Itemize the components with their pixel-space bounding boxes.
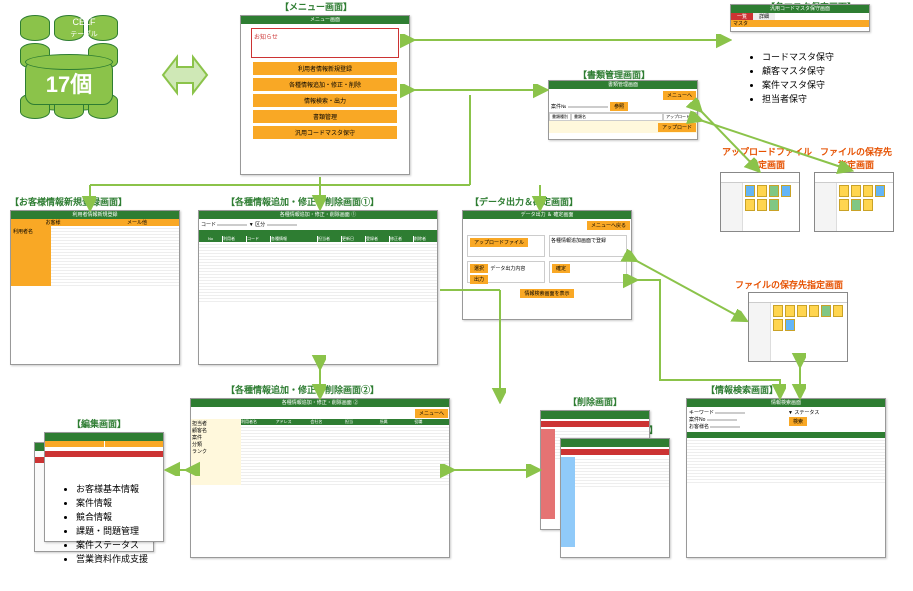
button[interactable]: 情報検索画面を表示 (520, 289, 573, 298)
label-edit: 【編集画面】 (72, 417, 126, 430)
menu-button[interactable]: 情報検索・出力 (253, 94, 397, 107)
list-item: 担当者保守 (762, 92, 834, 106)
text: 各種情報追加画面で登録 (551, 238, 606, 244)
menu-button[interactable]: 利用者情報新規登録 (253, 62, 397, 75)
master-screen[interactable]: 汎用コードマスタ保守画面 一覧 詳細 マスタ (730, 4, 870, 32)
newreg-screen[interactable]: 利用者情報新規登録 お客様メール他 利用者名 (10, 210, 180, 365)
ref-button[interactable]: 参照 (610, 102, 628, 111)
indiv-list: お客様基本情報 案件情報 競合情報 課題・問題管理 案件ステータス 営業資料作成… (58, 482, 148, 566)
table-rows (687, 438, 885, 483)
edit1-screen[interactable]: 各種情報追加・修正・削除画面 ① コード ▼ 区分 No 利用者 コード 各種情… (198, 210, 438, 365)
upload-dialog[interactable] (720, 172, 800, 232)
notice-label: お知らせ (254, 35, 278, 41)
screen-title: メニュー画面 (241, 16, 409, 24)
screen-title: 汎用コードマスタ保守画面 (731, 5, 869, 13)
label-savedir-dlg: ファイルの保存先 指定画面 (820, 145, 892, 171)
edit2-screen[interactable]: 各種情報追加・修正・削除画面 ② メニューへ 担当者顧客名案件分類ランク 利用者… (190, 398, 450, 558)
menu-button[interactable]: 汎用コードマスタ保守 (253, 126, 397, 139)
search-screen[interactable]: 情報検索画面 キーワード 案件No お客様名 ▼ ステータス 検索 (686, 398, 886, 558)
label-edit2: 【各種情報追加・修正・削除画面②】 (226, 383, 379, 396)
screen-title: 各種情報追加・修正・削除画面 ① (199, 211, 437, 219)
list-item: お客様基本情報 (76, 482, 148, 496)
label-delete: 【削除画面】 (568, 395, 622, 408)
label-upload-dlg: アップロードファイル 指定画面 (722, 145, 812, 171)
label-search: 【情報検索画面】 (706, 383, 778, 396)
label-newreg: 【お客様情報新規登録画面】 (10, 195, 127, 208)
row-label: マスタ (731, 20, 869, 27)
table-rows (575, 457, 669, 547)
list-item: コードマスタ保守 (762, 50, 834, 64)
list-item: 競合情報 (76, 510, 148, 524)
screen-title: 情報検索画面 (687, 399, 885, 407)
label-edit1: 【各種情報追加・修正・削除画面①】 (226, 195, 379, 208)
db-label: CELF (54, 17, 114, 27)
db-count: 17個 (25, 60, 113, 105)
menu-return-button[interactable]: メニューへ戻る (587, 221, 630, 230)
bi-arrow-icon (155, 45, 215, 105)
screen-title: 利用者情報新規登録 (11, 211, 179, 219)
savedir-dialog[interactable] (814, 172, 894, 232)
list-item: 営業資料作成支援 (76, 552, 148, 566)
savedir-dialog-2[interactable] (748, 292, 848, 362)
menu-screen[interactable]: メニュー画面 お知らせ 利用者情報新規登録 各種情報追加・修正・削除 情報検索・… (240, 15, 410, 175)
left-col-label: 利用者名 (11, 226, 51, 286)
col-header: 書類名 (571, 113, 663, 121)
menu-return-button[interactable]: メニューへ (415, 409, 448, 418)
menu-button[interactable]: 書類管理 (253, 110, 397, 123)
unfix-screen[interactable] (560, 438, 670, 558)
search-button[interactable]: 検索 (789, 417, 807, 426)
left-fields: 担当者顧客名案件分類ランク (191, 419, 241, 485)
table-header: No 利用者 コード 各種情報 担当者 更新日 登録者 修正者 削除者 (199, 236, 437, 242)
tab[interactable]: メール他 (95, 219, 179, 226)
docmgmt-screen[interactable]: 書類管理画面 メニューへ 案件№ 参照 書類種別 書類名 アップロード日 アップ… (548, 80, 698, 140)
button[interactable]: アップロードファイル (470, 238, 528, 247)
table-rows (199, 242, 437, 302)
col-header: アップロード日 (663, 113, 697, 121)
screen-title: 書類管理画面 (549, 81, 697, 89)
list-item: 課題・問題管理 (76, 524, 148, 538)
field-label: お客様名 (689, 424, 709, 430)
master-list: コードマスタ保守 顧客マスタ保守 案件マスタ保守 担当者保守 (744, 50, 834, 106)
col-header: 書類種別 (549, 113, 571, 121)
field-label: 案件№ (551, 104, 566, 110)
tab[interactable]: 一覧 (731, 13, 753, 20)
label-dataout: 【データ出力＆確定画面】 (470, 195, 578, 208)
button[interactable]: 確定 (552, 264, 570, 273)
field-label: 区分 (255, 222, 265, 228)
menu-return-button[interactable]: メニューへ (663, 91, 696, 100)
tab[interactable]: 詳細 (753, 13, 775, 20)
upload-button[interactable]: アップロード (658, 123, 696, 132)
list-item: 案件ステータス (76, 538, 148, 552)
table-header: 利用者名アドレス会社名担当所属役職 (241, 419, 449, 425)
field-label: コード (201, 222, 216, 228)
list-item: 案件マスタ保守 (762, 78, 834, 92)
button[interactable]: 選択 (470, 264, 488, 273)
screen-title: データ出力 ＆ 確定画面 (463, 211, 631, 219)
text: データ出力内容 (490, 266, 525, 272)
table-rows (241, 425, 449, 485)
db-sublabel: テーブル (54, 29, 114, 39)
screen-title: 各種情報追加・修正・削除画面 ② (191, 399, 449, 407)
field-rows (51, 226, 179, 286)
button[interactable]: 出力 (470, 275, 488, 284)
menu-button[interactable]: 各種情報追加・修正・削除 (253, 78, 397, 91)
tab[interactable]: お客様 (11, 219, 95, 226)
label-menu: 【メニュー画面】 (280, 0, 352, 13)
dataout-screen[interactable]: データ出力 ＆ 確定画面 メニューへ戻る アップロードファイル 各種情報追加画面… (462, 210, 632, 320)
list-item: 顧客マスタ保守 (762, 64, 834, 78)
label-savedir-dlg2: ファイルの保存先指定画面 (735, 278, 843, 291)
list-item: 案件情報 (76, 496, 148, 510)
